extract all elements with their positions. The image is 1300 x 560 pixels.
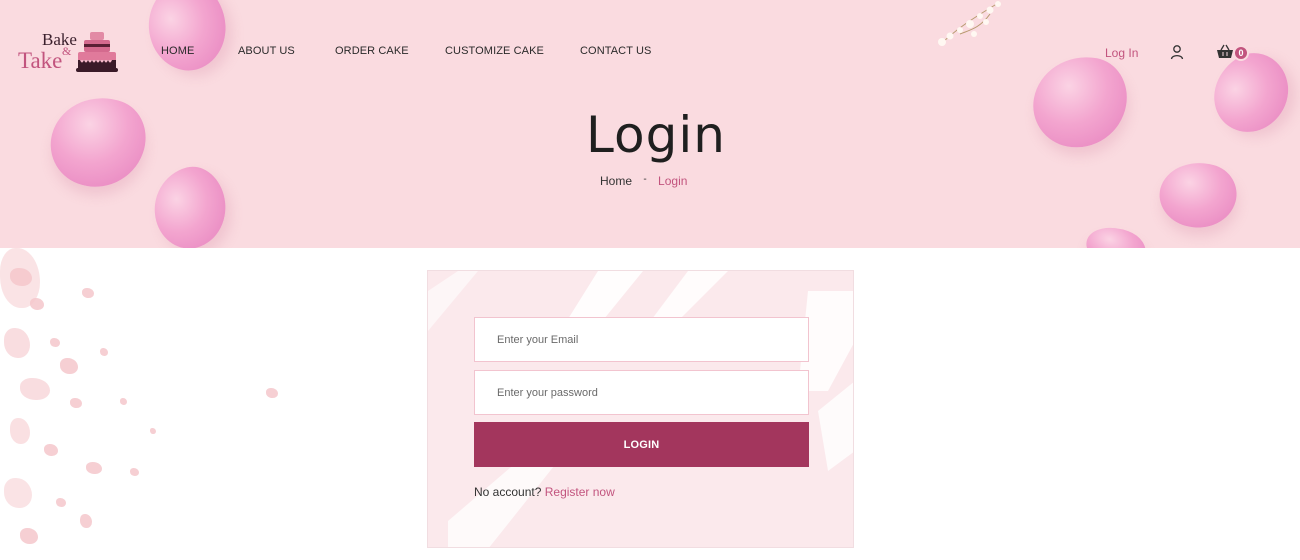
flower-decoration [938,1,1001,46]
email-field[interactable] [474,317,809,362]
logo-word-take: Take [18,48,63,73]
breadcrumb-home-link[interactable]: Home [600,174,632,188]
brand-logo[interactable]: Bake & Take [18,28,118,78]
nav-item-order-cake[interactable]: ORDER CAKE [335,45,409,57]
petal-decoration [133,0,241,83]
nav-item-contact-us[interactable]: CONTACT US [580,45,652,57]
logo-word-bake: Bake [42,30,77,49]
crumb-decoration [0,248,300,560]
login-card: LOGIN No account? Register now [427,270,854,548]
petal-decoration [1152,153,1244,237]
register-prompt: No account? Register now [474,485,615,499]
register-link[interactable]: Register now [545,485,615,499]
breadcrumb-separator: - [643,174,647,185]
hero-banner: Bake & Take HOME ABOUT US ORDER CAKE CUS… [0,0,1300,248]
cake-icon [76,32,118,72]
nav-item-home[interactable]: HOME [161,45,194,57]
user-icon[interactable] [1170,44,1184,60]
nav-item-customize-cake[interactable]: CUSTOMIZE CAKE [445,45,544,57]
logo-ampersand: & [62,44,72,58]
petal-decoration [144,160,236,248]
breadcrumb: Home - Login [600,174,687,188]
cart-count-badge: 0 [1233,45,1249,61]
header-login-link[interactable]: Log In [1105,46,1138,60]
no-account-text: No account? [474,485,542,499]
nav-item-about-us[interactable]: ABOUT US [238,45,295,57]
basket-icon[interactable] [1216,44,1234,60]
page-title: Login [586,106,726,164]
petal-decoration [1080,218,1152,248]
login-button[interactable]: LOGIN [474,422,809,467]
password-field[interactable] [474,370,809,415]
breadcrumb-current: Login [658,174,688,188]
